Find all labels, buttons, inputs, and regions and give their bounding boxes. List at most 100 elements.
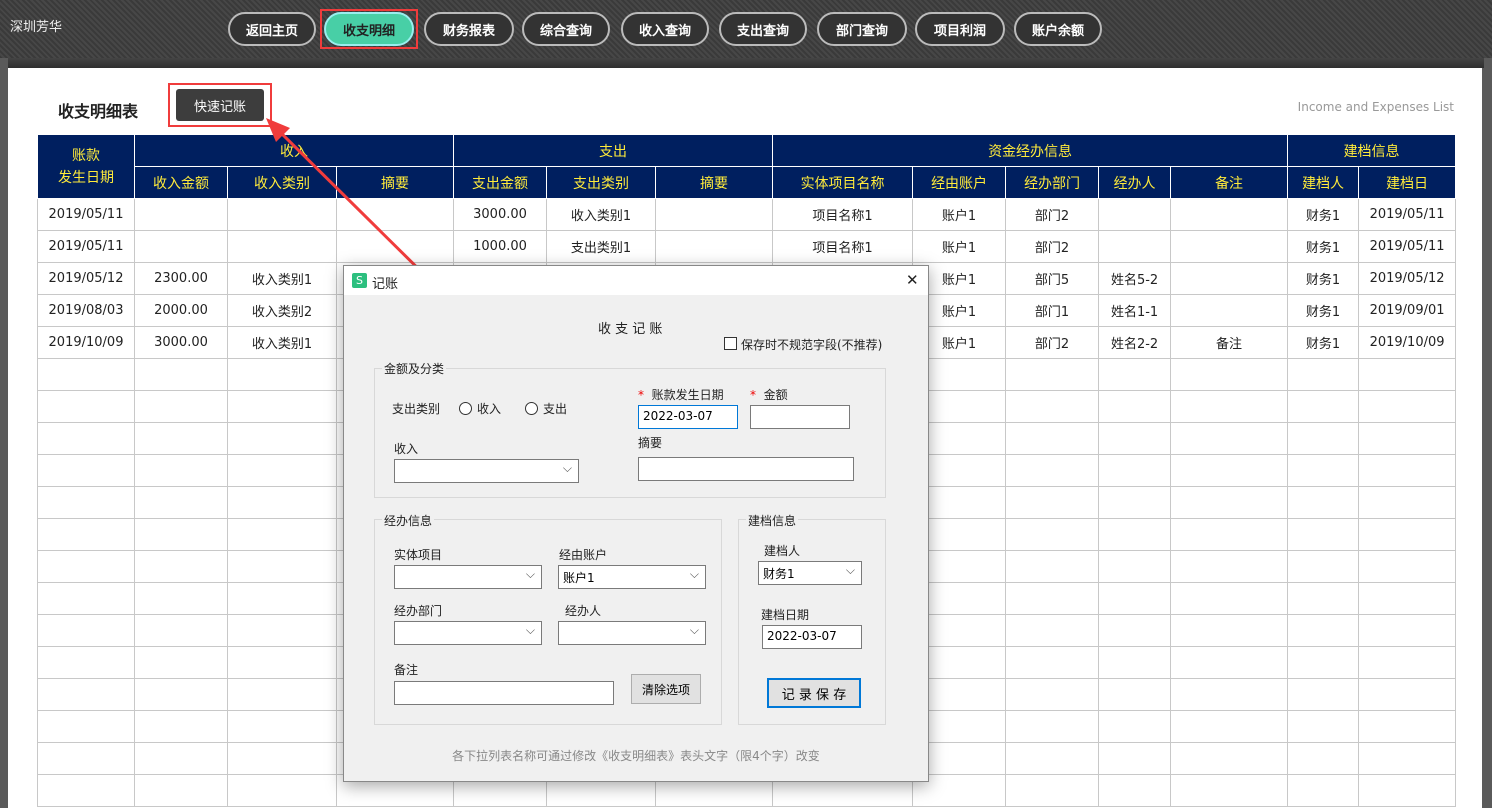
table-cell[interactable]: 姓名5-2 xyxy=(1099,263,1171,295)
table-cell[interactable] xyxy=(135,743,228,775)
table-cell[interactable] xyxy=(1288,583,1359,615)
table-cell[interactable]: 2300.00 xyxy=(135,263,228,295)
table-cell[interactable] xyxy=(38,583,135,615)
table-cell[interactable]: 财务1 xyxy=(1288,295,1359,327)
table-cell[interactable] xyxy=(1099,615,1171,647)
table-cell[interactable] xyxy=(228,391,337,423)
table-cell[interactable] xyxy=(1288,359,1359,391)
table-cell[interactable] xyxy=(1006,519,1099,551)
table-cell[interactable]: 财务1 xyxy=(1288,199,1359,231)
table-cell[interactable]: 项目名称1 xyxy=(773,199,913,231)
table-cell[interactable] xyxy=(1006,359,1099,391)
table-cell[interactable] xyxy=(228,519,337,551)
table-cell[interactable] xyxy=(1359,743,1456,775)
table-cell[interactable] xyxy=(228,583,337,615)
table-cell[interactable] xyxy=(1099,199,1171,231)
table-cell[interactable] xyxy=(1359,615,1456,647)
table-cell[interactable] xyxy=(135,551,228,583)
table-cell[interactable] xyxy=(38,743,135,775)
table-cell[interactable] xyxy=(1171,487,1288,519)
table-cell[interactable] xyxy=(38,711,135,743)
table-cell[interactable]: 2019/05/11 xyxy=(1359,231,1456,263)
table-cell[interactable] xyxy=(1288,551,1359,583)
table-cell[interactable] xyxy=(1359,519,1456,551)
nav-button[interactable]: 返回主页 xyxy=(228,12,316,46)
table-cell[interactable]: 账户1 xyxy=(913,199,1006,231)
table-cell[interactable] xyxy=(1171,199,1288,231)
table-cell[interactable] xyxy=(1359,647,1456,679)
table-cell[interactable] xyxy=(1171,679,1288,711)
table-cell[interactable]: 1000.00 xyxy=(454,231,547,263)
radio-circle[interactable] xyxy=(525,402,538,415)
nav-button[interactable]: 部门查询 xyxy=(817,12,907,46)
table-cell[interactable] xyxy=(38,551,135,583)
table-cell[interactable] xyxy=(38,615,135,647)
table-cell[interactable] xyxy=(135,423,228,455)
table-cell[interactable] xyxy=(1006,583,1099,615)
table-cell[interactable]: 2000.00 xyxy=(135,295,228,327)
table-cell[interactable]: 财务1 xyxy=(1288,263,1359,295)
table-cell[interactable] xyxy=(1171,775,1288,807)
table-cell[interactable] xyxy=(1099,647,1171,679)
table-cell[interactable] xyxy=(337,231,454,263)
table-cell[interactable] xyxy=(1171,583,1288,615)
table-cell[interactable]: 2019/09/01 xyxy=(1359,295,1456,327)
handler-select[interactable] xyxy=(558,621,706,645)
table-cell[interactable] xyxy=(1006,391,1099,423)
table-cell[interactable]: 2019/10/09 xyxy=(1359,327,1456,359)
table-cell[interactable] xyxy=(1288,743,1359,775)
table-cell[interactable]: 3000.00 xyxy=(135,327,228,359)
table-cell[interactable] xyxy=(1099,679,1171,711)
table-cell[interactable] xyxy=(1171,263,1288,295)
table-cell[interactable] xyxy=(38,487,135,519)
table-cell[interactable] xyxy=(1171,743,1288,775)
table-cell[interactable] xyxy=(1359,583,1456,615)
table-cell[interactable] xyxy=(1099,743,1171,775)
table-cell[interactable] xyxy=(135,775,228,807)
table-cell[interactable] xyxy=(228,455,337,487)
nav-button[interactable]: 财务报表 xyxy=(424,12,514,46)
table-cell[interactable]: 部门2 xyxy=(1006,199,1099,231)
note-input[interactable] xyxy=(394,681,614,705)
table-cell[interactable] xyxy=(228,487,337,519)
table-cell[interactable]: 2019/05/12 xyxy=(1359,263,1456,295)
table-cell[interactable] xyxy=(1171,295,1288,327)
table-cell[interactable] xyxy=(1171,615,1288,647)
table-cell[interactable] xyxy=(1359,487,1456,519)
radio-income[interactable]: 收入 xyxy=(459,400,501,417)
table-cell[interactable]: 部门2 xyxy=(1006,327,1099,359)
table-cell[interactable] xyxy=(228,231,337,263)
radio-expense[interactable]: 支出 xyxy=(525,400,567,417)
table-cell[interactable] xyxy=(1171,391,1288,423)
table-cell[interactable]: 账户1 xyxy=(913,231,1006,263)
nav-button[interactable]: 账户余额 xyxy=(1014,12,1102,46)
table-cell[interactable] xyxy=(38,519,135,551)
clear-button[interactable]: 清除选项 xyxy=(631,674,701,704)
table-cell[interactable] xyxy=(1006,679,1099,711)
table-cell[interactable] xyxy=(1288,775,1359,807)
table-cell[interactable]: 备注 xyxy=(1171,327,1288,359)
table-cell[interactable] xyxy=(228,775,337,807)
table-cell[interactable] xyxy=(38,775,135,807)
table-cell[interactable] xyxy=(1099,231,1171,263)
table-cell[interactable] xyxy=(228,743,337,775)
table-cell[interactable]: 部门5 xyxy=(1006,263,1099,295)
summary-input[interactable] xyxy=(638,457,854,481)
table-cell[interactable] xyxy=(228,679,337,711)
table-cell[interactable] xyxy=(135,455,228,487)
table-cell[interactable] xyxy=(135,391,228,423)
table-cell[interactable]: 2019/05/11 xyxy=(38,231,135,263)
table-cell[interactable] xyxy=(1099,359,1171,391)
table-cell[interactable] xyxy=(135,615,228,647)
table-cell[interactable] xyxy=(135,519,228,551)
table-cell[interactable] xyxy=(228,199,337,231)
table-cell[interactable] xyxy=(38,647,135,679)
table-cell[interactable] xyxy=(228,711,337,743)
table-cell[interactable]: 收入类别1 xyxy=(228,263,337,295)
table-cell[interactable] xyxy=(1006,487,1099,519)
table-cell[interactable] xyxy=(1359,359,1456,391)
table-cell[interactable] xyxy=(1006,455,1099,487)
table-cell[interactable] xyxy=(1359,775,1456,807)
table-cell[interactable] xyxy=(1288,615,1359,647)
table-cell[interactable] xyxy=(135,487,228,519)
